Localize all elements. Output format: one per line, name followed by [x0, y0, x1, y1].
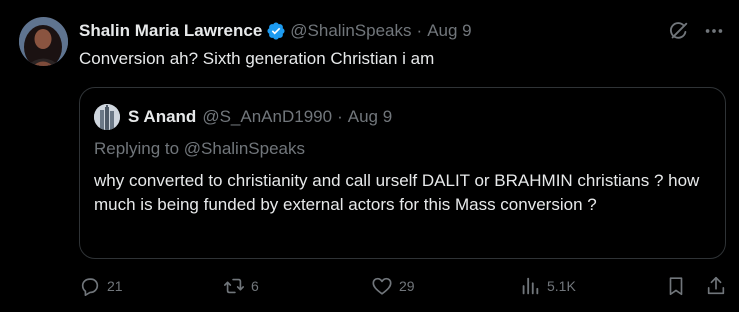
bookmark-icon — [669, 277, 683, 296]
quoted-author-display-name[interactable]: S Anand — [128, 107, 196, 127]
tweet-header: Shalin Maria Lawrence @ShalinSpeaks · Au… — [79, 19, 472, 43]
views-count: 5.1K — [547, 278, 576, 294]
quoted-tweet-date[interactable]: Aug 9 — [348, 107, 392, 127]
more-icon[interactable] — [703, 20, 725, 42]
replying-to: Replying to @ShalinSpeaks — [94, 139, 305, 158]
quoted-author-handle[interactable]: @S_AnAnD1990 — [202, 107, 332, 127]
author-display-name[interactable]: Shalin Maria Lawrence — [79, 21, 262, 41]
tweet-text: Conversion ah? Sixth generation Christia… — [79, 49, 435, 68]
share-icon — [707, 276, 725, 295]
quoted-author-avatar[interactable] — [94, 104, 120, 130]
reply-button[interactable]: 21 — [79, 274, 123, 298]
bookmark-button[interactable] — [665, 274, 687, 298]
repost-button[interactable]: 6 — [223, 274, 259, 298]
repost-icon — [224, 278, 244, 294]
quoted-header-separator: · — [337, 107, 343, 126]
tweet-actions: 21 6 29 5.1K — [0, 274, 739, 298]
tweet-date[interactable]: Aug 9 — [427, 21, 471, 41]
like-count: 29 — [399, 278, 415, 294]
author-avatar[interactable] — [19, 17, 68, 66]
repost-count: 6 — [251, 278, 259, 294]
author-handle[interactable]: @ShalinSpeaks — [290, 21, 411, 41]
reply-icon — [81, 278, 99, 296]
like-button[interactable]: 29 — [371, 274, 415, 298]
heart-icon — [372, 277, 392, 295]
quoted-tweet-header: S Anand @S_AnAnD1990 · Aug 9 — [94, 104, 392, 130]
views-icon — [522, 277, 539, 295]
views-button[interactable]: 5.1K — [519, 274, 576, 298]
grok-icon[interactable] — [668, 20, 690, 42]
quoted-tweet[interactable]: S Anand @S_AnAnD1990 · Aug 9 Replying to… — [79, 87, 726, 259]
share-button[interactable] — [705, 274, 727, 298]
header-separator: · — [416, 21, 423, 40]
verified-badge-icon — [267, 22, 285, 40]
reply-count: 21 — [107, 278, 123, 294]
quoted-tweet-text: why converted to christianity and call u… — [94, 171, 700, 214]
tweet: Shalin Maria Lawrence @ShalinSpeaks · Au… — [0, 0, 739, 312]
